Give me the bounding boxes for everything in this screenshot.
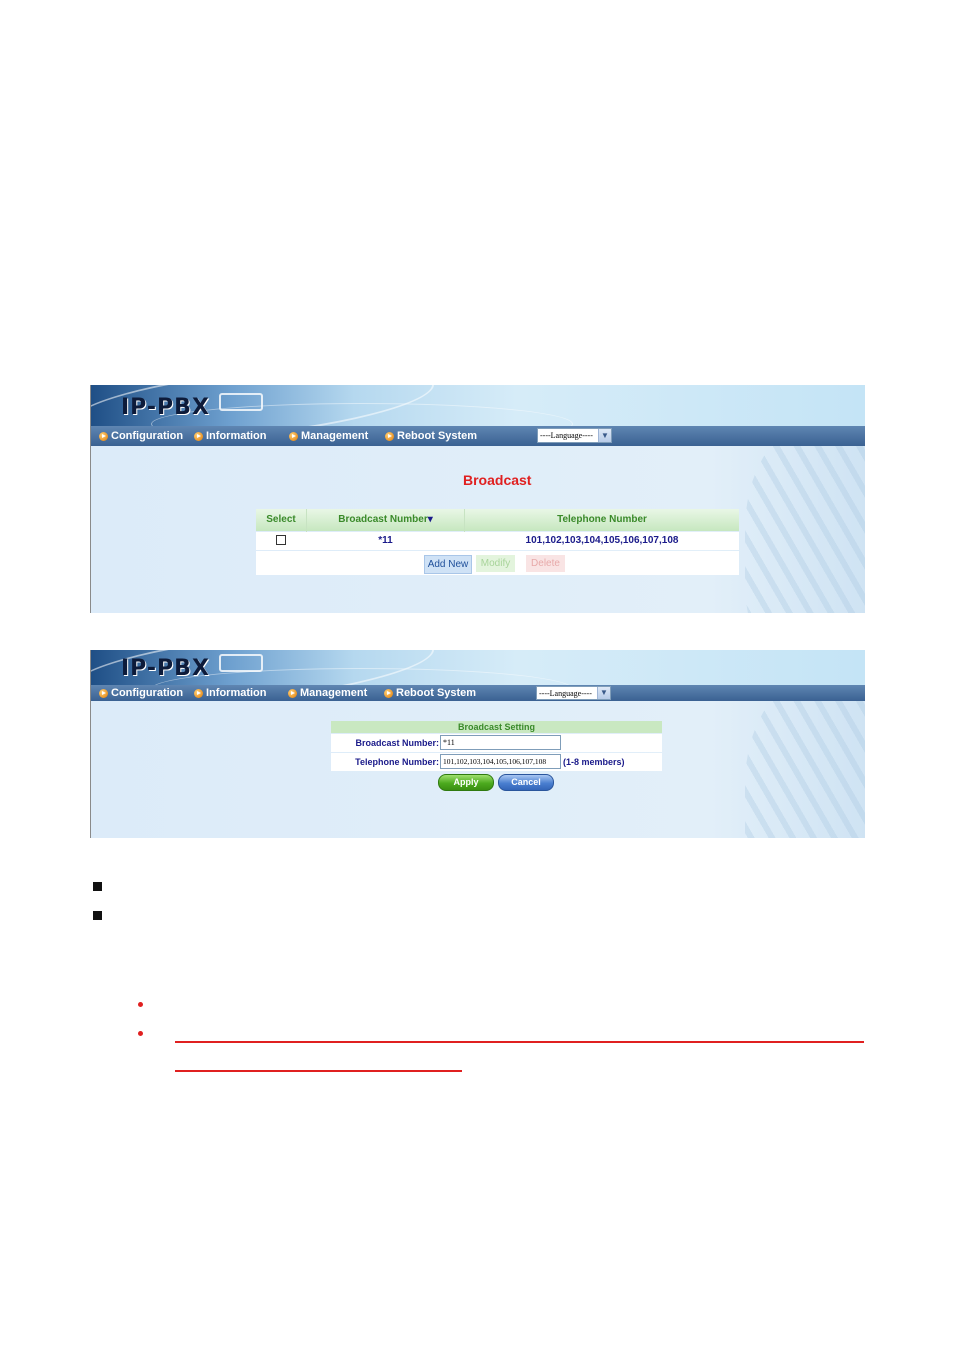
main-content: Broadcast Setting Broadcast Number: *11 … [91,701,865,838]
language-select[interactable]: ----Language---- ▼ [537,428,612,443]
form-row-telephone-number: Telephone Number: 101,102,103,104,105,10… [331,753,662,771]
nav-item-configuration[interactable]: Configuration [99,686,183,700]
broadcast-list-screenshot: IP-PBX Configuration Information Managem… [90,385,865,613]
nav-item-management[interactable]: Management [289,429,368,443]
arrow-bullet-icon [385,431,394,441]
arrow-bullet-icon [194,431,203,441]
apply-button[interactable]: Apply [438,774,494,791]
table-actions: Add New Modify Delete [256,551,739,575]
broadcast-number-label: Broadcast Number: [355,738,439,748]
bullet-square-icon [93,911,102,920]
nav-label: Management [301,430,369,442]
nav-item-information[interactable]: Information [194,686,267,700]
arrow-bullet-icon [99,688,108,698]
form-title: Broadcast Setting [331,721,662,733]
language-select-value: ----Language---- [539,689,592,698]
telephone-number-label: Telephone Number: [355,757,439,767]
arrow-bullet-icon [288,688,297,698]
broadcast-number-input[interactable]: *11 [440,735,561,750]
page-title: Broadcast [463,472,532,488]
background-decoration [745,701,865,838]
broadcast-setting-screenshot: IP-PBX Configuration Information Managem… [90,650,865,838]
red-underline [175,1041,864,1043]
banner-decoration [219,654,263,672]
nav-item-information[interactable]: Information [194,429,267,443]
main-content: Broadcast Select Broadcast Number▾ Telep… [91,446,865,613]
header-banner: IP-PBX [91,385,865,426]
table-row: *11 101,102,103,104,105,106,107,108 [256,532,739,550]
main-nav: Configuration Information Management Reb… [91,426,865,446]
bullet-square-icon [93,882,102,891]
nav-label: Reboot System [397,430,478,442]
column-header-label: Broadcast Number [338,514,428,525]
members-hint: (1-8 members) [563,757,625,767]
arrow-bullet-icon [99,431,108,441]
nav-label: Configuration [111,430,184,442]
row-select-checkbox[interactable] [276,535,286,546]
nav-label: Reboot System [396,687,477,699]
header-banner: IP-PBX [91,650,865,685]
column-header-telephone-number: Telephone Number [557,514,647,525]
modify-button[interactable]: Modify [476,555,515,572]
language-select-value: ----Language---- [540,431,593,440]
main-nav: Configuration Information Management Reb… [91,685,865,701]
arrow-bullet-icon [194,688,203,698]
nav-item-reboot-system[interactable]: Reboot System [384,686,476,700]
bullet-dot-icon [138,1002,143,1007]
cancel-button[interactable]: Cancel [498,774,554,791]
form-row-broadcast-number: Broadcast Number: *11 [331,734,662,752]
telephone-number-input[interactable]: 101,102,103,104,105,106,107,108 [440,754,561,769]
language-select[interactable]: ----Language---- ▼ [536,686,611,700]
bullet-dot-icon [138,1031,143,1036]
app-logo: IP-PBX [121,395,210,420]
nav-label: Management [300,687,368,699]
app-logo: IP-PBX [121,656,210,681]
table-header: Select Broadcast Number▾ Telephone Numbe… [256,509,739,531]
column-header-broadcast-number[interactable]: Broadcast Number▾ [307,509,464,531]
column-header-select: Select [266,514,296,525]
nav-label: Information [206,430,267,442]
sort-arrow-icon: ▾ [427,514,433,525]
nav-item-configuration[interactable]: Configuration [99,429,183,443]
nav-label: Information [206,687,267,699]
nav-item-management[interactable]: Management [288,686,367,700]
arrow-bullet-icon [384,688,393,698]
nav-item-reboot-system[interactable]: Reboot System [385,429,477,443]
banner-decoration [219,393,263,411]
telephone-number-cell: 101,102,103,104,105,106,107,108 [525,535,679,546]
red-underline [175,1070,462,1072]
select-cell [256,532,306,550]
arrow-bullet-icon [289,431,298,441]
nav-label: Configuration [111,687,184,699]
background-decoration [745,446,865,613]
chevron-down-icon[interactable]: ▼ [597,687,610,699]
broadcast-number-cell: *11 [378,535,393,546]
delete-button[interactable]: Delete [526,555,565,572]
chevron-down-icon[interactable]: ▼ [598,429,611,442]
add-new-button[interactable]: Add New [424,555,472,574]
